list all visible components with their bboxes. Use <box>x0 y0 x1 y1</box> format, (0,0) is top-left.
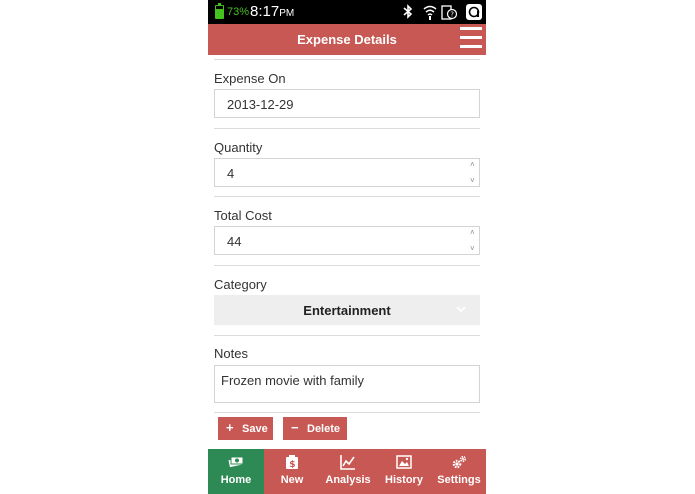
nav-label: New <box>280 474 304 486</box>
nav-settings[interactable]: Settings <box>432 449 486 494</box>
save-label: Save <box>242 423 268 435</box>
notes-value: Frozen movie with family <box>221 373 365 388</box>
quantity-label: Quantity <box>214 140 263 155</box>
status-bar: 73% 8:17PM ? <box>208 0 486 24</box>
delete-label: Delete <box>307 423 341 435</box>
notes-label: Notes <box>214 346 248 361</box>
divider <box>214 128 480 129</box>
expense-on-label: Expense On <box>214 71 286 86</box>
nav-label: History <box>385 474 423 486</box>
bluetooth-icon <box>403 4 413 19</box>
clock-time: 8:17 <box>250 3 280 20</box>
header-bar: Expense Details <box>208 24 486 55</box>
quantity-input[interactable]: 4 ˄ ˅ <box>214 158 480 187</box>
delete-button[interactable]: − Delete <box>283 417 347 440</box>
total-cost-input[interactable]: 44 ˄ ˅ <box>214 226 480 255</box>
notes-textarea[interactable]: Frozen movie with family <box>214 365 480 403</box>
nav-label: Analysis <box>325 474 371 486</box>
nav-label: Settings <box>437 474 481 486</box>
stepper-down-icon[interactable]: ˅ <box>470 245 475 253</box>
settings-gears-icon <box>452 455 467 469</box>
expense-on-input[interactable]: 2013-12-29 <box>214 89 480 118</box>
clock-ampm: PM <box>279 8 295 19</box>
bottom-nav: Home $ New Analysis History Settings <box>208 449 486 494</box>
nav-label: Home <box>220 474 252 486</box>
hamburger-menu-icon[interactable] <box>460 26 482 50</box>
category-value: Entertainment <box>303 303 391 318</box>
quantity-value: 4 <box>227 166 235 181</box>
clock: 8:17PM <box>250 3 294 20</box>
category-select[interactable]: Entertainment <box>214 295 480 325</box>
wifi-icon <box>423 5 437 20</box>
battery-icon <box>215 3 224 19</box>
stepper-up-icon[interactable]: ˄ <box>470 229 475 237</box>
signal-no-sim-icon: ? <box>441 5 457 20</box>
svg-text:$: $ <box>289 460 295 470</box>
new-expense-icon: $ <box>286 455 298 470</box>
expense-on-value: 2013-12-29 <box>227 97 294 112</box>
divider <box>214 335 480 336</box>
analysis-chart-icon <box>340 455 355 470</box>
stepper-up-icon[interactable]: ˄ <box>470 161 475 169</box>
divider <box>214 59 480 60</box>
nav-analysis[interactable]: Analysis <box>320 449 376 494</box>
history-icon <box>396 455 412 469</box>
nav-history[interactable]: History <box>376 449 432 494</box>
stepper-down-icon[interactable]: ˅ <box>470 177 475 185</box>
total-cost-value: 44 <box>227 234 242 249</box>
divider <box>214 412 480 413</box>
minus-icon: − <box>291 420 299 435</box>
save-button[interactable]: + Save <box>218 417 273 440</box>
page-title: Expense Details <box>297 32 397 47</box>
battery-percent: 73% <box>227 6 250 18</box>
total-cost-stepper[interactable]: ˄ ˅ <box>470 228 477 254</box>
svg-text:?: ? <box>450 11 454 19</box>
divider <box>214 196 480 197</box>
chevron-down-icon <box>456 306 466 313</box>
category-label: Category <box>214 277 267 292</box>
nav-home[interactable]: Home <box>208 449 264 494</box>
app-notification-icon <box>466 4 482 20</box>
plus-icon: + <box>226 420 234 435</box>
quantity-stepper[interactable]: ˄ ˅ <box>470 160 477 186</box>
nav-new[interactable]: $ New <box>264 449 320 494</box>
phone-screen: 73% 8:17PM ? Expense Details Expense On … <box>208 0 486 494</box>
total-cost-label: Total Cost <box>214 208 272 223</box>
divider <box>214 265 480 266</box>
home-money-icon <box>228 456 244 468</box>
